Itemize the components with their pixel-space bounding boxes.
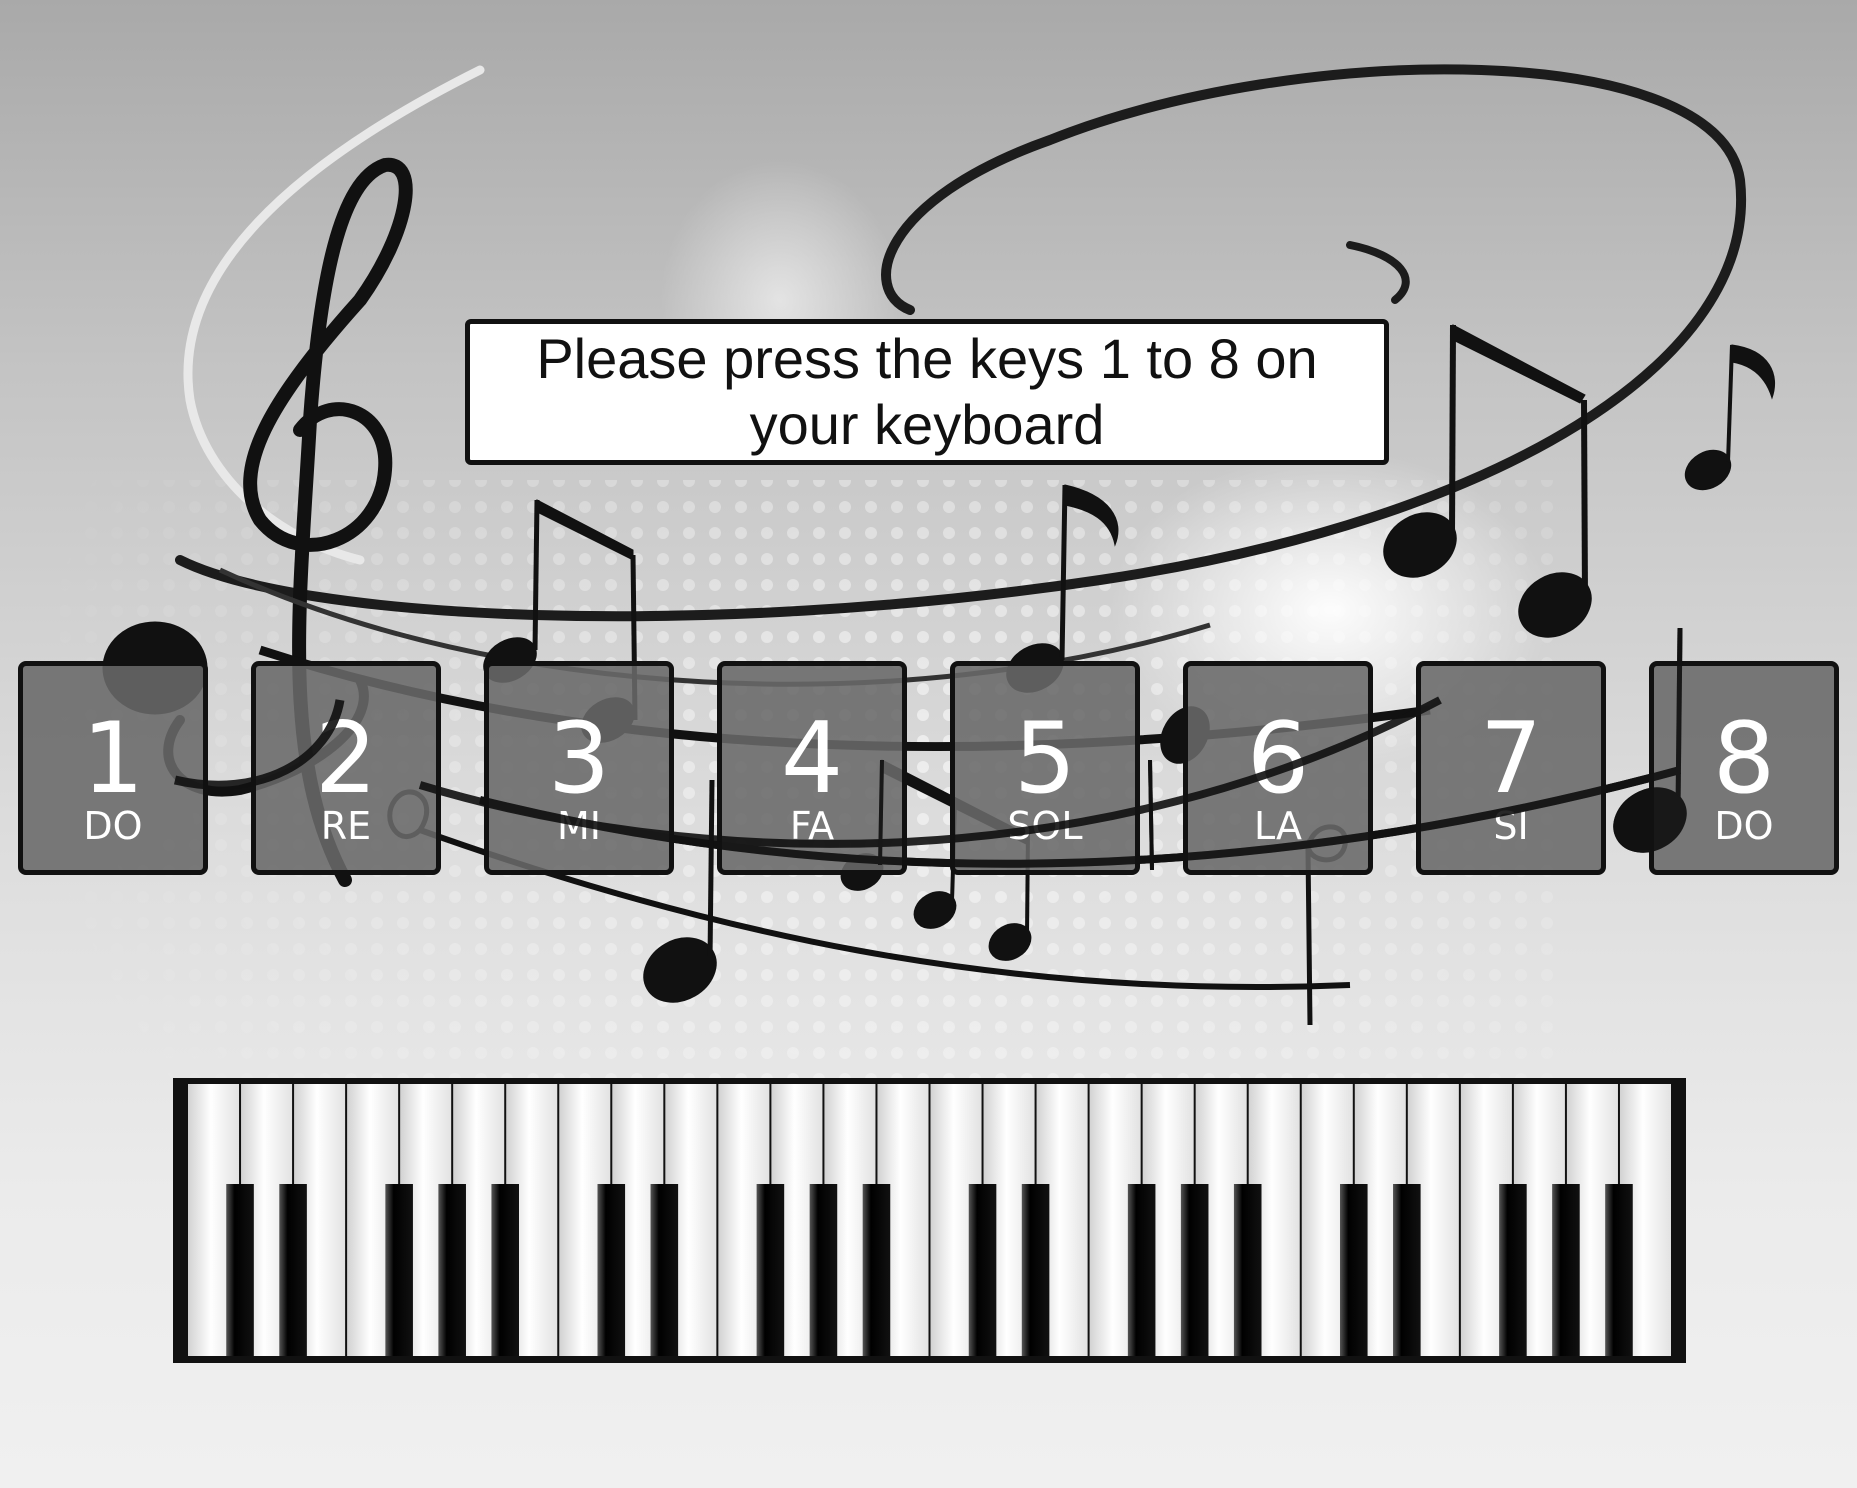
black-key: [1233, 1184, 1262, 1356]
black-key: [862, 1184, 891, 1356]
black-key: [597, 1184, 626, 1356]
piano-keyboard: [173, 1078, 1686, 1363]
note-key-8[interactable]: 8 DO: [1649, 661, 1839, 875]
key-number: 8: [1712, 702, 1776, 816]
key-note-label: DO: [83, 804, 143, 848]
black-key: [438, 1184, 466, 1356]
note-key-2[interactable]: 2 RE: [251, 661, 441, 875]
key-note-label: SI: [1493, 804, 1529, 848]
key-number: 7: [1479, 702, 1543, 816]
note-key-7[interactable]: 7 SI: [1416, 661, 1606, 875]
black-key: [1552, 1184, 1580, 1356]
black-key: [491, 1184, 520, 1356]
note-key-6[interactable]: 6 LA: [1183, 661, 1373, 875]
black-key: [1127, 1184, 1156, 1356]
note-key-5[interactable]: 5 SOL: [950, 661, 1140, 875]
black-key: [1499, 1184, 1527, 1356]
black-key: [1393, 1184, 1421, 1356]
key-number: 4: [780, 702, 844, 816]
key-note-label: DO: [1714, 804, 1774, 848]
instruction-text: Please press the keys 1 to 8 on your key…: [536, 327, 1318, 456]
key-number: 2: [314, 702, 378, 816]
note-key-3[interactable]: 3 MI: [484, 661, 674, 875]
black-key: [385, 1184, 413, 1356]
black-key: [650, 1184, 679, 1356]
note-key-4[interactable]: 4 FA: [717, 661, 907, 875]
black-key: [1605, 1184, 1633, 1356]
black-key: [1021, 1184, 1050, 1356]
key-number: 1: [81, 702, 145, 816]
key-number: 3: [547, 702, 611, 816]
black-key: [226, 1184, 254, 1356]
key-note-label: RE: [320, 804, 372, 848]
instruction-banner: Please press the keys 1 to 8 on your key…: [465, 319, 1389, 465]
black-key: [809, 1184, 838, 1356]
black-key: [279, 1184, 307, 1356]
key-number: 6: [1246, 702, 1310, 816]
game-screen: Please press the keys 1 to 8 on your key…: [0, 0, 1857, 1488]
key-number: 5: [1013, 702, 1077, 816]
black-key: [1339, 1184, 1368, 1356]
key-note-label: FA: [789, 804, 835, 848]
key-note-label: SOL: [1007, 804, 1083, 848]
black-key: [1180, 1184, 1209, 1356]
black-key: [968, 1184, 997, 1356]
black-key: [756, 1184, 785, 1356]
note-key-1[interactable]: 1 DO: [18, 661, 208, 875]
key-note-label: LA: [1253, 804, 1303, 848]
key-note-label: MI: [557, 804, 601, 848]
